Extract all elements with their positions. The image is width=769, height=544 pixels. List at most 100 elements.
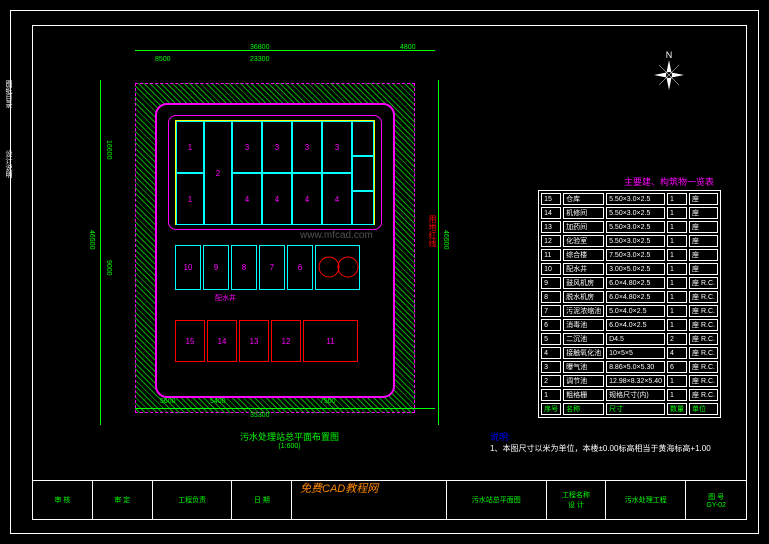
table-row: 10配水井3.00×5.0×2.51座 [541, 263, 718, 275]
table-cell: 7 [541, 305, 561, 317]
tb-no: GY-02 [706, 502, 726, 509]
table-title: 主要建、构筑物一览表 [624, 175, 714, 188]
block-2: 2 [204, 121, 232, 225]
table-cell: 1 [667, 249, 687, 261]
table-cell: 5.0×4.0×2.5 [606, 305, 665, 317]
block-1a: 1 [176, 121, 204, 173]
table-row: 6消毒池6.0×4.0×2.51座 R.C. [541, 319, 718, 331]
table-header-cell: 数量 [667, 403, 687, 415]
table-cell: 9 [541, 277, 561, 289]
table-cell: 15 [541, 193, 561, 205]
table-cell: 综合楼 [563, 249, 604, 261]
block-5-tanks [315, 245, 360, 290]
table-header-cell: 序号 [541, 403, 561, 415]
table-cell: 8 [541, 291, 561, 303]
block-12: 12 [271, 320, 301, 362]
table-cell: 化验室 [563, 235, 604, 247]
table-cell: 规格尺寸(内) [606, 389, 665, 401]
table-cell: 1 [667, 375, 687, 387]
table-cell: 座 R.C. [689, 305, 718, 317]
table-cell: 消毒池 [563, 319, 604, 331]
table-cell: 座 [689, 263, 718, 275]
table-header-cell: 单位 [689, 403, 718, 415]
building-group-3: 15 14 13 12 11 [175, 320, 375, 370]
table-header-cell: 尺寸 [606, 403, 665, 415]
table-cell: 二沉池 [563, 333, 604, 345]
table-cell: 仓库 [563, 193, 604, 205]
table-row: 1粗格栅规格尺寸(内)1座 R.C. [541, 389, 718, 401]
table-row: 7污泥浓缩池5.0×4.0×2.51座 R.C. [541, 305, 718, 317]
table-row: 8脱水机房6.0×4.80×2.51座 R.C. [541, 291, 718, 303]
table-cell: D4.5 [606, 333, 665, 345]
title-block: 审 核 审 定 工程负责 日 期 污水站总平面图 工程名称 设 计 污水处理工程… [32, 480, 747, 520]
tb-no-cell: 图 号 GY-02 [686, 481, 746, 519]
table-cell: 座 [689, 249, 718, 261]
table-cell: 12.98×8.32×5.40 [606, 375, 665, 387]
table-cell: 脱水机房 [563, 291, 604, 303]
table-cell: 4 [541, 347, 561, 359]
tb-proj-val: 污水处理工程 [606, 481, 686, 519]
table-cell: 座 R.C. [689, 319, 718, 331]
dimline-right [438, 80, 439, 425]
block-1b: 1 [176, 173, 204, 225]
block-side-3 [352, 191, 374, 225]
table-header-row: 序号名称尺寸数量单位 [541, 403, 718, 415]
table-row: 12化验室5.50×3.0×2.51座 [541, 235, 718, 247]
figure-title-text: 污水处理站总平面布置图 [240, 430, 339, 443]
block-4b: 4 [262, 173, 292, 225]
svg-text:N: N [666, 50, 673, 60]
table-cell: 1 [667, 235, 687, 247]
table-row: 14机修间5.50×3.0×2.51座 [541, 207, 718, 219]
dim-right-total: 46500 [442, 230, 449, 249]
table-cell: 14 [541, 207, 561, 219]
block-side-1 [352, 121, 374, 156]
table-cell: 粗格栅 [563, 389, 604, 401]
table-row: 5二沉池D4.52座 R.C. [541, 333, 718, 345]
table-cell: 6.0×4.80×2.5 [606, 291, 665, 303]
table-row: 4接触氧化池10×5×54座 R.C. [541, 347, 718, 359]
block-3d: 3 [322, 121, 352, 173]
figure-scale: (1:600) [240, 443, 339, 450]
table-cell: 配水井 [563, 263, 604, 275]
tb-date: 日 期 [232, 481, 292, 519]
side-tab-1: 图纸目录 [3, 80, 13, 108]
table-cell: 6 [541, 319, 561, 331]
dim-b1: 5600 [160, 398, 176, 405]
table-cell: 1 [667, 263, 687, 275]
table-cell: 座 [689, 235, 718, 247]
table-cell: 接触氧化池 [563, 347, 604, 359]
note-line-1: 1、本图尺寸以米为单位，本楼±0.00标高相当于黄海标高+1.00 [490, 443, 711, 454]
table-cell: 2 [541, 375, 561, 387]
table-header-cell: 名称 [563, 403, 604, 415]
table-cell: 5.50×3.0×2.5 [606, 235, 665, 247]
table-row: 13加药间5.50×3.0×2.51座 [541, 221, 718, 233]
table-cell: 座 [689, 221, 718, 233]
tb-checker: 审 定 [93, 481, 153, 519]
tb-designer: 审 核 [33, 481, 93, 519]
table-cell: 1 [667, 277, 687, 289]
table-cell: 5.50×3.0×2.5 [606, 207, 665, 219]
table-cell: 座 R.C. [689, 333, 718, 345]
table-cell: 座 R.C. [689, 277, 718, 289]
block-15: 15 [175, 320, 205, 362]
table-cell: 1 [667, 305, 687, 317]
tb-stage-lbl: 设 计 [568, 500, 584, 510]
table-cell: 鼓风机房 [563, 277, 604, 289]
table-cell: 6.0×4.80×2.5 [606, 277, 665, 289]
tb-engineer: 工程负责 [153, 481, 233, 519]
table-cell: 机修间 [563, 207, 604, 219]
notes: 说明: 1、本图尺寸以米为单位，本楼±0.00标高相当于黄海标高+1.00 [490, 430, 711, 454]
table-cell: 3.00×5.0×2.5 [606, 263, 665, 275]
side-tab-2: 设计说明 [3, 150, 13, 178]
table-cell: 座 R.C. [689, 291, 718, 303]
block-3c: 3 [292, 121, 322, 173]
table-cell: 1 [667, 291, 687, 303]
table-cell: 5.50×3.0×2.5 [606, 221, 665, 233]
table-cell: 4 [667, 347, 687, 359]
dim-left-total: 46500 [88, 230, 95, 249]
tb-proj-lbl: 工程名称 [562, 490, 590, 500]
block-14: 14 [207, 320, 237, 362]
building-group-2: 10 9 8 7 6 配水井 [175, 245, 375, 300]
table-cell: 7.50×3.0×2.5 [606, 249, 665, 261]
dim-bot-total: 35300 [250, 412, 269, 419]
